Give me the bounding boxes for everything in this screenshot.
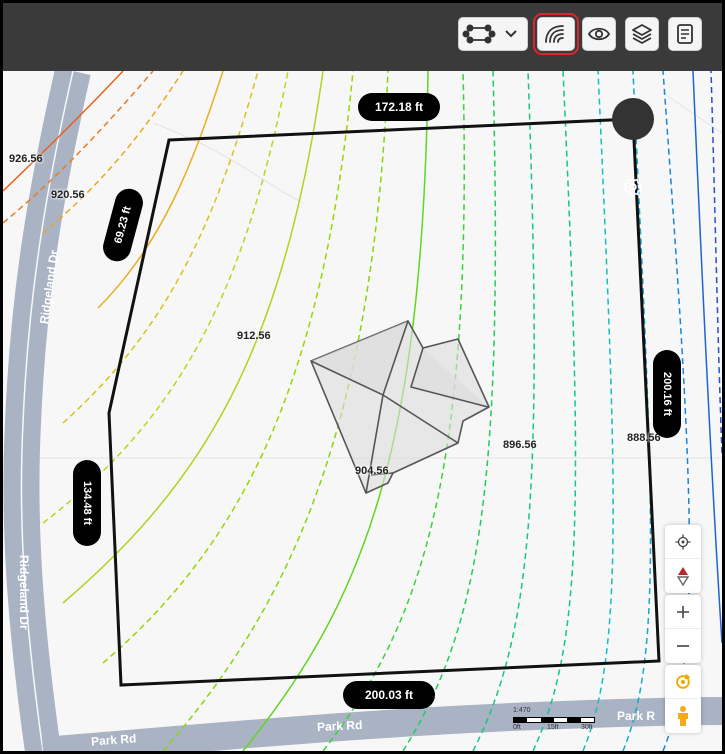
zoom-controls [665,595,701,663]
document-icon [677,24,693,44]
street-label-park-rd-center: Park Rd [316,717,363,735]
scale-label: 30ft [581,724,593,731]
rotate-button[interactable] [665,665,701,699]
locate-button[interactable] [665,525,701,559]
map-app: Ridgeland Dr Ridgeland Dr Park Rd Park R… [3,3,722,751]
elevation-label: 926.56 [9,153,43,165]
polygon-nodes-icon [462,24,496,44]
compass-button[interactable] [665,559,701,593]
street-label-park-rd-right: Park R [617,709,656,723]
elevation-label: 896.56 [503,439,537,451]
layers-icon [632,24,652,44]
elevation-label: 888.56 [627,432,661,444]
layers-button[interactable] [625,17,659,51]
elevation-label: 920.56 [51,189,85,201]
dimension-label-right: 200.16 ft [653,350,681,438]
scale-bar: 1:470 0ft 15ft 30ft [513,707,599,737]
eye-icon [587,27,611,41]
location-controls [665,525,701,593]
zoom-in-button[interactable] [665,595,701,629]
locate-icon [675,534,691,549]
map-canvas[interactable]: Ridgeland Dr Ridgeland Dr Park Rd Park R… [3,71,722,751]
pegman-icon [678,706,688,726]
compass-icon [676,567,690,586]
elevation-label: 904.56 [355,465,389,477]
zoom-out-icon [677,645,689,647]
shape-tool-dropdown[interactable] [458,17,528,51]
contour-lines-icon [545,25,564,43]
street-view-button[interactable] [665,699,701,733]
visibility-button[interactable] [582,17,616,51]
zoom-out-button[interactable] [665,629,701,663]
zoom-in-icon [677,605,689,618]
chevron-down-icon [505,30,517,38]
report-button[interactable] [668,17,702,51]
street-label-ridgeland-lower: Ridgeland Dr [17,555,31,630]
gear-icon[interactable] [622,176,644,198]
elevation-label: 912.56 [237,330,271,342]
dimension-label-left: 134.48 ft [73,460,101,546]
road-ridgeland-dr [3,71,91,751]
dimension-label-bottom: 200.03 ft [343,681,435,709]
rotate-icon [676,673,691,689]
building-footprint [310,320,490,494]
dimension-label-top: 172.18 ft [358,93,440,121]
view-controls [665,665,701,733]
scale-ratio: 1:470 [513,707,531,714]
contours-button[interactable] [533,13,579,55]
scale-label: 0ft [513,724,521,731]
scale-label: 15ft [547,724,559,731]
top-toolbar [3,3,722,71]
